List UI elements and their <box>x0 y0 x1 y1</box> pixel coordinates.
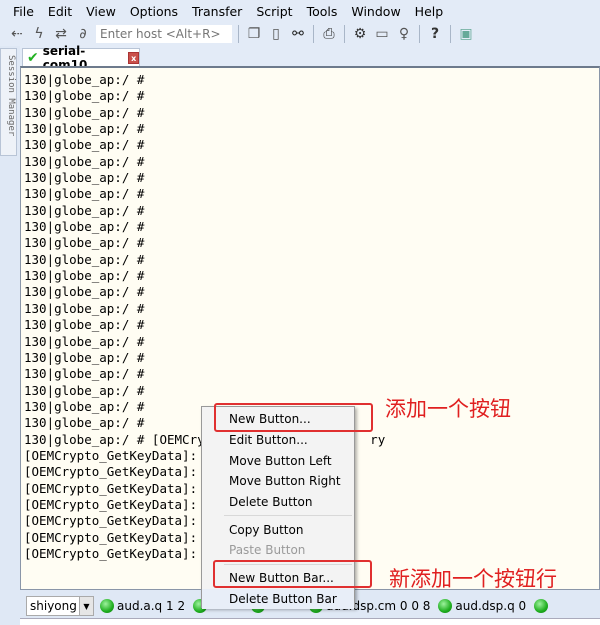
menu-edit[interactable]: Edit <box>41 4 79 19</box>
green-led-icon <box>534 599 549 613</box>
context-menu-item-move-button-left[interactable]: Move Button Left <box>202 450 354 471</box>
button-label: aud.dsp.q 0 <box>455 599 527 613</box>
annotation-new-button-bar: 新添加一个按钮行 <box>389 567 557 591</box>
terminal-line: 130|globe_ap:/ # <box>24 104 145 120</box>
terminal-line: 130|globe_ap:/ # <box>24 88 145 104</box>
tab-serial-com10[interactable]: ✔ serial-com10 x <box>22 44 140 72</box>
terminal-line: 130|globe_ap:/ # <box>24 366 145 382</box>
disconnect-icon[interactable]: ∂ <box>74 25 92 43</box>
terminal-line: 130|globe_ap:/ # <box>24 333 145 349</box>
keymap-icon[interactable]: ▭ <box>373 25 391 43</box>
reconnect-icon[interactable]: ⇄ <box>52 25 70 43</box>
terminal-line: 130|globe_ap:/ # <box>24 219 145 235</box>
context-menu-item-delete-button-bar[interactable]: Delete Button Bar <box>202 588 354 610</box>
green-led-icon <box>438 599 453 613</box>
terminal-line: 130|globe_ap:/ # <box>24 72 145 87</box>
menu-help[interactable]: Help <box>408 4 451 19</box>
terminal-line: 130|globe_ap:/ # <box>24 284 145 300</box>
annotation-new-button: 添加一个按钮 <box>385 397 511 421</box>
close-tab-icon[interactable]: x <box>128 52 139 64</box>
tab-row: ✔ serial-com10 x <box>20 44 600 72</box>
connected-check-icon: ✔ <box>27 50 39 66</box>
settings-gear-icon[interactable]: ⚙ <box>351 25 369 43</box>
key-icon[interactable]: ♀ <box>395 25 413 43</box>
terminal-line: 130|globe_ap:/ # <box>24 300 145 316</box>
menu-view[interactable]: View <box>79 4 123 19</box>
help-icon[interactable]: ? <box>426 25 444 43</box>
find-binoculars-icon[interactable]: ⚯ <box>289 25 307 43</box>
highlight-box <box>214 403 373 432</box>
context-menu-item-move-button-right[interactable]: Move Button Right <box>202 471 354 492</box>
command-window[interactable] <box>20 618 600 625</box>
menu-tools[interactable]: Tools <box>300 4 345 19</box>
paste-icon[interactable]: ▯ <box>267 25 285 43</box>
terminal-line: 130|globe_ap:/ # <box>24 186 145 202</box>
toolbar-divider <box>238 25 239 43</box>
context-menu-item-edit-button[interactable]: Edit Button... <box>202 430 354 451</box>
toolbar-divider <box>344 25 345 43</box>
button-bar-button[interactable]: aud.a.q 1 2 <box>100 599 185 613</box>
toolbar-divider <box>450 25 451 43</box>
button-label: aud.a.q 1 2 <box>117 599 186 613</box>
menu-options[interactable]: Options <box>123 4 185 19</box>
terminal-line: 130|globe_ap:/ # <box>24 349 145 365</box>
terminal-line: 130|globe_ap:/ # <box>24 153 145 169</box>
connect-icon[interactable]: ⇠ <box>8 25 26 43</box>
button-bar-button[interactable]: aud.dsp.q 0 <box>438 599 526 613</box>
button-bar-select[interactable]: shiyong ▼ <box>26 596 94 616</box>
toolbar: ⇠ ϟ ⇄ ∂ ❐ ▯ ⚯ ⎙ ⚙ ▭ ♀ ? ▣ <box>0 22 600 46</box>
sftp-icon[interactable]: ▣ <box>457 25 475 43</box>
menu-bar: File Edit View Options Transfer Script T… <box>0 0 600 22</box>
copy-icon[interactable]: ❐ <box>245 25 263 43</box>
menu-script[interactable]: Script <box>249 4 299 19</box>
terminal-line: 130|globe_ap:/ # <box>24 382 145 398</box>
terminal-line: 130|globe_ap:/ # <box>24 268 145 284</box>
button-bar-button[interactable] <box>534 599 584 613</box>
terminal-line: 130|globe_ap:/ # <box>24 202 145 218</box>
session-manager-tab[interactable]: Session Manager <box>0 48 17 156</box>
green-led-icon <box>100 599 114 613</box>
menu-transfer[interactable]: Transfer <box>185 4 249 19</box>
terminal-line: 130|globe_ap:/ # <box>24 235 145 251</box>
toolbar-divider <box>313 25 314 43</box>
context-menu-item-delete-button[interactable]: Delete Button <box>202 492 354 513</box>
context-menu-item-paste-button: Paste Button <box>229 543 306 558</box>
host-input[interactable] <box>96 25 232 43</box>
terminal-line: 130|globe_ap:/ # <box>24 137 145 153</box>
print-icon[interactable]: ⎙ <box>320 25 338 43</box>
lightning-icon[interactable]: ϟ <box>30 25 48 43</box>
chevron-down-icon[interactable]: ▼ <box>79 597 93 615</box>
menu-separator <box>224 515 352 517</box>
menu-window[interactable]: Window <box>344 4 407 19</box>
terminal-line: 130|globe_ap:/ # <box>24 170 145 186</box>
context-menu-item-copy-button[interactable]: Copy Button <box>202 519 354 540</box>
terminal-line: 130|globe_ap:/ # <box>24 251 145 267</box>
menu-file[interactable]: File <box>6 4 41 19</box>
highlight-box <box>213 560 372 588</box>
terminal-line: 130|globe_ap:/ # <box>24 121 145 137</box>
terminal-line: 130|globe_ap:/ # <box>24 317 145 333</box>
button-bar-name: shiyong <box>30 599 77 613</box>
toolbar-divider <box>419 25 420 43</box>
